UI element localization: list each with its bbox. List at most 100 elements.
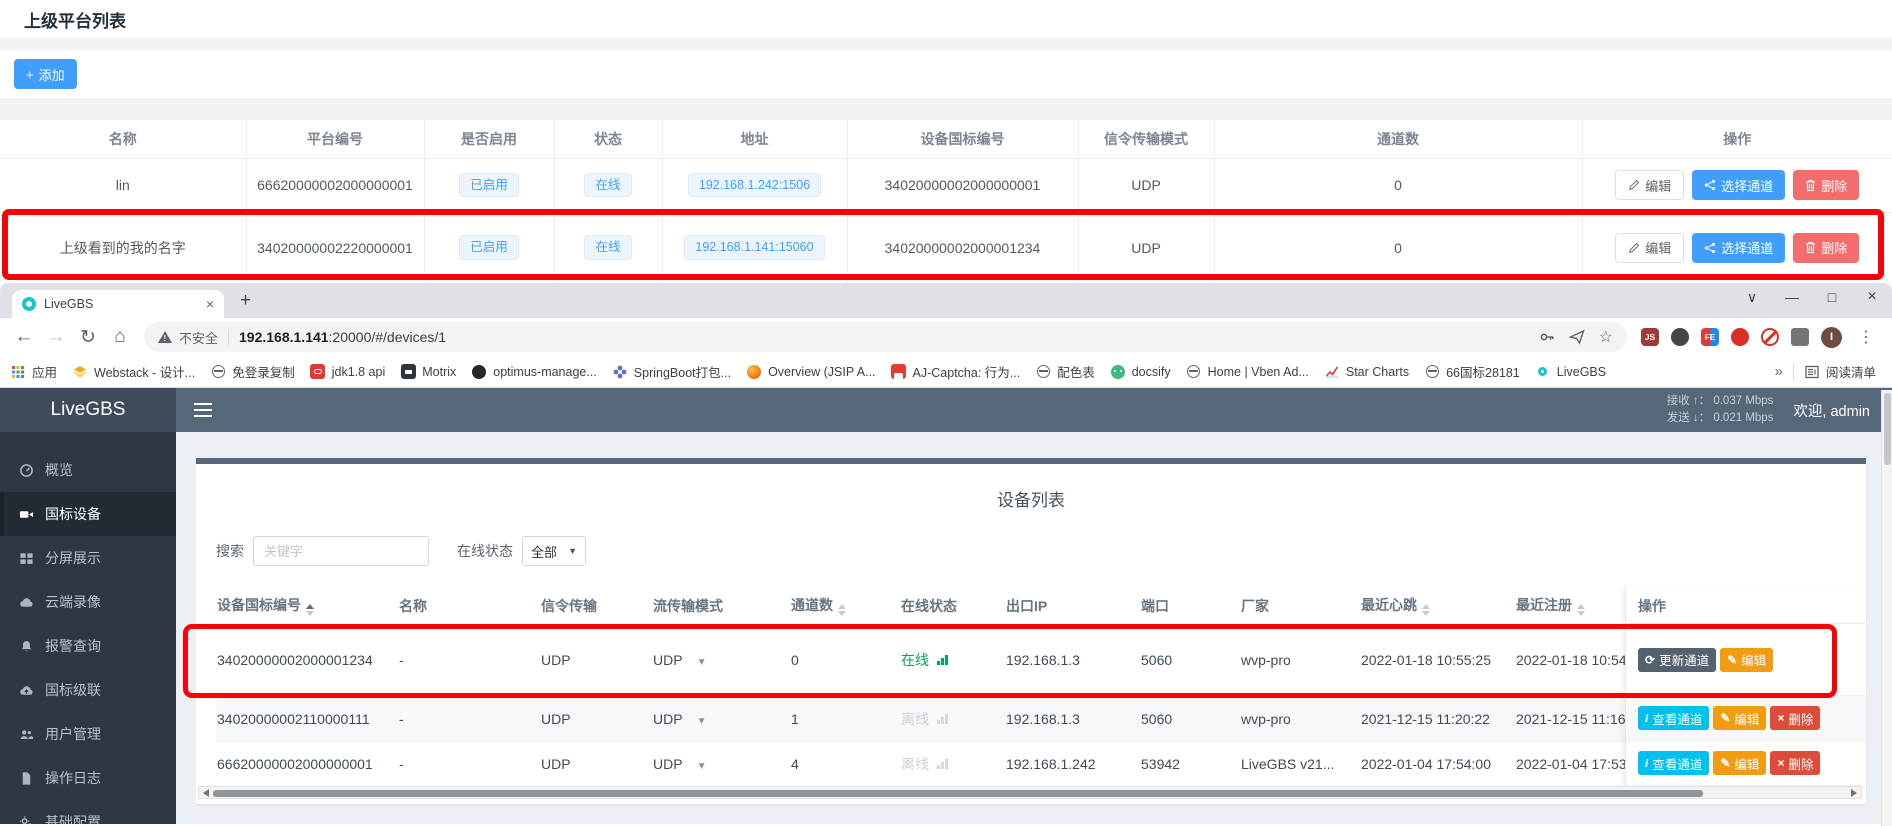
sidebar-item-cloud-record[interactable]: 云端录像 — [0, 580, 176, 624]
edit-button[interactable]: 编辑 — [1615, 233, 1684, 263]
reading-list-button[interactable]: 阅读清单 — [1804, 362, 1876, 381]
edit-device-button[interactable]: ✎ 编辑 — [1720, 648, 1773, 672]
blocker-extension-icon[interactable] — [1761, 328, 1779, 346]
tab-search-chevron-icon[interactable]: ∨ — [1744, 289, 1760, 306]
vertical-scroll-thumb[interactable] — [1884, 393, 1891, 465]
tab-close-icon[interactable]: × — [206, 296, 214, 312]
github-icon — [471, 364, 487, 380]
cloud-icon — [19, 595, 34, 610]
view-channels-button[interactable]: i 查看通道 — [1638, 706, 1709, 730]
delete-device-button[interactable]: × 删除 — [1770, 706, 1820, 730]
sort-icon — [1422, 604, 1430, 616]
vertical-scrollbar[interactable] — [1881, 390, 1892, 826]
send-icon[interactable] — [1569, 329, 1585, 345]
close-button[interactable]: × — [1864, 288, 1880, 306]
app-logo[interactable]: LiveGBS — [0, 388, 176, 432]
sidebar-item-basic-config[interactable]: 基础配置 — [0, 800, 176, 824]
sort-header-heartbeat[interactable]: 最近心跳 — [1360, 588, 1515, 624]
horizontal-scrollbar[interactable] — [198, 786, 1862, 799]
sidebar-item-user-management[interactable]: 用户管理 — [0, 712, 176, 756]
not-secure-warning-icon: ! — [158, 331, 172, 343]
bookmark-motrix[interactable]: Motrix — [400, 364, 456, 380]
puzzle-extensions-icon[interactable] — [1791, 328, 1809, 346]
globe-icon — [1035, 364, 1051, 380]
add-button[interactable]: + 添加 — [14, 59, 77, 89]
delete-button[interactable]: 删除 — [1793, 233, 1859, 263]
edit-device-button[interactable]: ✎ 编辑 — [1713, 751, 1766, 775]
update-channels-button[interactable]: ⟳ 更新通道 — [1638, 648, 1716, 672]
sidebar-toggle-hamburger-icon[interactable] — [194, 409, 212, 412]
key-icon[interactable] — [1539, 329, 1555, 345]
back-icon[interactable]: ← — [8, 326, 40, 348]
online-status-select[interactable]: 全部 ▼ — [522, 536, 586, 566]
maximize-button[interactable]: □ — [1824, 289, 1840, 305]
profile-avatar[interactable]: I — [1821, 327, 1842, 348]
sidebar-item-alarm-query[interactable]: 报警查询 — [0, 624, 176, 668]
bookmark-vben-home[interactable]: Home | Vben Ad... — [1186, 364, 1309, 380]
toolbar-band: + 添加 — [0, 50, 1892, 98]
delete-device-button[interactable]: × 删除 — [1770, 751, 1820, 775]
sidebar-item-overview[interactable]: 概览 — [0, 448, 176, 492]
select-channel-button[interactable]: 选择通道 — [1692, 170, 1785, 200]
bookmark-apps[interactable]: 应用 — [10, 362, 57, 381]
url-text: 192.168.1.141:20000/#/devices/1 — [239, 329, 446, 345]
bookmark-free-copy[interactable]: 免登录复制 — [210, 362, 295, 381]
operations-header: 操作 — [1626, 588, 1866, 624]
horizontal-scroll-thumb[interactable] — [213, 790, 1703, 797]
bookmark-star-icon[interactable]: ☆ — [1599, 327, 1613, 347]
bookmark-webstack[interactable]: Webstack - 设计... — [72, 362, 195, 381]
fe-extension-icon[interactable]: FE — [1701, 328, 1719, 346]
bookmark-gb28181[interactable]: 66国标28181 — [1424, 362, 1520, 381]
platform-table: 名称 平台编号 是否启用 状态 地址 设备国标编号 信令传输模式 通道数 操作 … — [0, 120, 1892, 283]
device-row-highlighted: 34020000002000001234 - UDP UDP▼ 0 在线 192… — [216, 624, 1682, 696]
home-icon[interactable]: ⌂ — [104, 326, 136, 348]
bookmark-jdk-api[interactable]: jdk1.8 api — [310, 364, 386, 380]
bookmark-livegbs[interactable]: LiveGBS — [1535, 364, 1606, 380]
sidebar-item-split-screen[interactable]: 分屏展示 — [0, 536, 176, 580]
traffic-chart-icon[interactable] — [937, 714, 948, 724]
browser-tab[interactable]: LiveGBS × — [12, 290, 224, 318]
bookmark-springboot[interactable]: SpringBoot打包... — [612, 362, 731, 381]
sidebar-item-gb-devices[interactable]: 国标设备 — [0, 492, 176, 536]
stream-mode-dropdown[interactable]: UDP▼ — [652, 624, 790, 696]
webstack-icon — [72, 364, 88, 380]
scroll-left-arrow-icon[interactable] — [203, 789, 209, 797]
bookmark-overview-jsip[interactable]: Overview (JSIP A... — [746, 364, 875, 380]
scroll-right-arrow-icon[interactable] — [1851, 789, 1857, 797]
js-extension-icon[interactable]: JS — [1641, 328, 1659, 346]
refresh-icon: ⟳ — [1645, 654, 1655, 666]
reload-icon[interactable]: ↻ — [72, 326, 104, 349]
address-badge: 192.168.1.242:1506 — [688, 173, 821, 198]
globe-icon — [1424, 364, 1440, 380]
select-channel-button[interactable]: 选择通道 — [1692, 233, 1785, 263]
edit-device-button[interactable]: ✎ 编辑 — [1713, 706, 1766, 730]
adblock-hand-extension-icon[interactable] — [1731, 328, 1749, 346]
sidebar-item-operation-log[interactable]: 操作日志 — [0, 756, 176, 800]
delete-button[interactable]: 删除 — [1793, 170, 1859, 200]
stream-mode-dropdown[interactable]: UDP▼ — [652, 741, 790, 786]
search-input[interactable] — [253, 536, 429, 566]
edit-icon: ✎ — [1720, 757, 1730, 769]
traffic-chart-icon[interactable] — [937, 759, 948, 769]
sort-header-gb-id[interactable]: 设备国标编号 — [216, 588, 398, 624]
bookmark-star-charts[interactable]: Star Charts — [1324, 364, 1409, 380]
view-channels-button[interactable]: i 查看通道 — [1638, 751, 1709, 775]
traffic-chart-icon[interactable] — [937, 655, 948, 665]
welcome-user[interactable]: 欢迎, admin — [1793, 400, 1870, 421]
chrome-menu-icon[interactable]: ⋮ — [1858, 327, 1874, 347]
bookmark-aj-captcha[interactable]: AJ-Captcha: 行为... — [891, 362, 1021, 381]
bookmark-color-table[interactable]: 配色表 — [1035, 362, 1095, 381]
bookmark-docsify[interactable]: docsify — [1110, 364, 1171, 380]
minimize-button[interactable]: — — [1784, 289, 1800, 305]
address-bar[interactable]: ! 不安全 192.168.1.141:20000/#/devices/1 ☆ — [144, 322, 1627, 352]
new-tab-button[interactable]: + — [240, 291, 251, 310]
sort-header-channels[interactable]: 通道数 — [790, 588, 900, 624]
bookmarks-overflow-chevron[interactable]: » — [1775, 363, 1783, 380]
stream-mode-dropdown[interactable]: UDP▼ — [652, 696, 790, 741]
sidebar-item-gb-cascade[interactable]: 国标级联 — [0, 668, 176, 712]
operations-fixed-column: 操作 ⟳ 更新通道 ✎ 编辑 — [1625, 588, 1866, 786]
bookmark-optimus-manage[interactable]: optimus-manage... — [471, 364, 597, 380]
forward-icon[interactable]: → — [40, 326, 72, 348]
edit-button[interactable]: 编辑 — [1615, 170, 1684, 200]
incognito-extension-icon[interactable] — [1671, 328, 1689, 346]
